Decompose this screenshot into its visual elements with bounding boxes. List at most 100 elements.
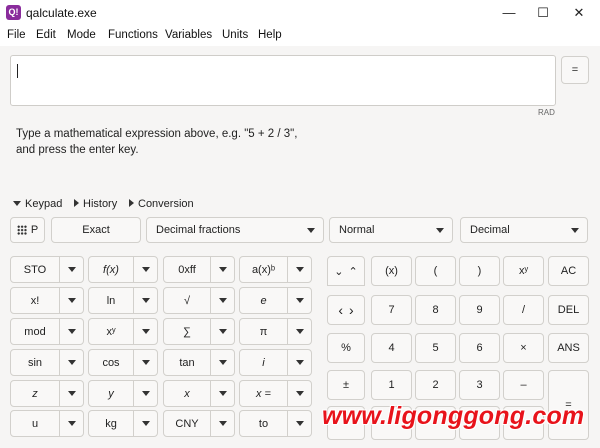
key-imaginary[interactable]: i	[239, 349, 312, 376]
key-1[interactable]: 1	[371, 370, 412, 400]
close-button[interactable]: ✕	[562, 0, 596, 26]
key-label: y	[108, 387, 114, 400]
maximize-button[interactable]: ☐	[526, 0, 560, 26]
key-label: f(x)	[103, 263, 119, 276]
display-mode-select[interactable]: Normal	[329, 217, 453, 243]
key-tan[interactable]: tan	[163, 349, 235, 376]
fraction-mode-value: Decimal fractions	[156, 224, 241, 236]
key-multiply[interactable]: ×	[503, 333, 544, 363]
key-open-paren[interactable]: (	[415, 256, 456, 286]
chevron-down-icon	[218, 391, 227, 396]
key-e[interactable]: e	[239, 287, 312, 314]
minimize-button[interactable]: —	[492, 0, 526, 26]
key-menu-arrow[interactable]	[210, 350, 234, 375]
key-menu-arrow[interactable]	[133, 350, 157, 375]
key-menu-arrow[interactable]	[287, 411, 311, 436]
fraction-mode-select[interactable]: Decimal fractions	[146, 217, 324, 243]
key-5[interactable]: 5	[415, 333, 456, 363]
key-menu-arrow[interactable]	[133, 288, 157, 313]
key-mod[interactable]: mod	[10, 318, 84, 345]
key-menu-arrow[interactable]	[210, 411, 234, 436]
key-sin[interactable]: sin	[10, 349, 84, 376]
key-2[interactable]: 2	[415, 370, 456, 400]
key-subtract[interactable]: –	[503, 370, 544, 400]
cursor-nav-button[interactable]: ‹ ›	[327, 295, 365, 325]
tab-conversion[interactable]: Conversion	[129, 198, 194, 210]
key-menu-arrow[interactable]	[59, 411, 83, 436]
key-function-power[interactable]: a(x)ᵇ	[239, 256, 312, 283]
exact-button[interactable]: Exact	[51, 217, 141, 243]
menu-file[interactable]: File	[7, 29, 26, 41]
key-menu-arrow[interactable]	[287, 381, 311, 406]
key-all-clear[interactable]: AC	[548, 256, 589, 286]
key-label: 0xff	[178, 263, 196, 276]
tab-history[interactable]: History	[74, 198, 117, 210]
key-menu-arrow[interactable]	[210, 381, 234, 406]
tab-keypad[interactable]: Keypad	[13, 198, 62, 210]
key-menu-arrow[interactable]	[59, 288, 83, 313]
key-close-paren[interactable]: )	[459, 256, 500, 286]
key-menu-arrow[interactable]	[287, 288, 311, 313]
key-function[interactable]: f(x)	[88, 256, 158, 283]
key-label: z	[32, 387, 38, 400]
result-hint: Type a mathematical expression above, e.…	[16, 126, 297, 158]
key-menu-arrow[interactable]	[210, 319, 234, 344]
menu-edit[interactable]: Edit	[36, 29, 56, 41]
key-x-equals[interactable]: x =	[239, 380, 312, 407]
key-menu-arrow[interactable]	[59, 350, 83, 375]
key-menu-arrow[interactable]	[133, 319, 157, 344]
key-exponent[interactable]: xʸ	[503, 256, 544, 286]
menu-variables[interactable]: Variables	[165, 29, 212, 41]
key-unit-u[interactable]: u	[10, 410, 84, 437]
key-8[interactable]: 8	[415, 295, 456, 325]
key-plus-minus[interactable]: ±	[327, 370, 365, 400]
key-hex[interactable]: 0xff	[163, 256, 235, 283]
key-menu-arrow[interactable]	[287, 319, 311, 344]
key-pi[interactable]: π	[239, 318, 312, 345]
expression-input[interactable]	[10, 55, 556, 106]
key-unit-kg[interactable]: kg	[88, 410, 158, 437]
key-menu-arrow[interactable]	[59, 319, 83, 344]
menu-mode[interactable]: Mode	[67, 29, 96, 41]
key-z[interactable]: z	[10, 380, 84, 407]
calculate-button[interactable]: =	[561, 56, 589, 84]
key-currency-cny[interactable]: CNY	[163, 410, 235, 437]
key-answer[interactable]: ANS	[548, 333, 589, 363]
key-x[interactable]: x	[163, 380, 235, 407]
key-6[interactable]: 6	[459, 333, 500, 363]
key-power[interactable]: xʸ	[88, 318, 158, 345]
keypad-menu-button[interactable]: P	[10, 217, 45, 243]
key-menu-arrow[interactable]	[210, 257, 234, 282]
key-7[interactable]: 7	[371, 295, 412, 325]
chevron-up-icon: ⌃	[348, 265, 358, 278]
menu-help[interactable]: Help	[258, 29, 282, 41]
key-3[interactable]: 3	[459, 370, 500, 400]
key-percent[interactable]: %	[327, 333, 365, 363]
number-base-select[interactable]: Decimal	[460, 217, 588, 243]
key-menu-arrow[interactable]	[133, 381, 157, 406]
key-menu-arrow[interactable]	[287, 257, 311, 282]
key-9[interactable]: 9	[459, 295, 500, 325]
key-ln[interactable]: ln	[88, 287, 158, 314]
key-convert-to[interactable]: to	[239, 410, 312, 437]
menu-functions[interactable]: Functions	[108, 29, 158, 41]
key-menu-arrow[interactable]	[287, 350, 311, 375]
key-y[interactable]: y	[88, 380, 158, 407]
key-delete[interactable]: DEL	[548, 295, 589, 325]
key-menu-arrow[interactable]	[133, 411, 157, 436]
key-menu-arrow[interactable]	[59, 257, 83, 282]
key-menu-arrow[interactable]	[133, 257, 157, 282]
key-paren-x[interactable]: (x)	[371, 256, 412, 286]
key-sum[interactable]: ∑	[163, 318, 235, 345]
history-nav-button[interactable]: ⌄ ⌃	[327, 256, 365, 286]
menu-units[interactable]: Units	[222, 29, 248, 41]
key-menu-arrow[interactable]	[210, 288, 234, 313]
key-menu-arrow[interactable]	[59, 381, 83, 406]
key-cos[interactable]: cos	[88, 349, 158, 376]
key-divide[interactable]: /	[503, 295, 544, 325]
key-sqrt[interactable]: √	[163, 287, 235, 314]
key-label: i	[262, 356, 265, 369]
key-4[interactable]: 4	[371, 333, 412, 363]
key-sto[interactable]: STO	[10, 256, 84, 283]
key-factorial[interactable]: x!	[10, 287, 84, 314]
